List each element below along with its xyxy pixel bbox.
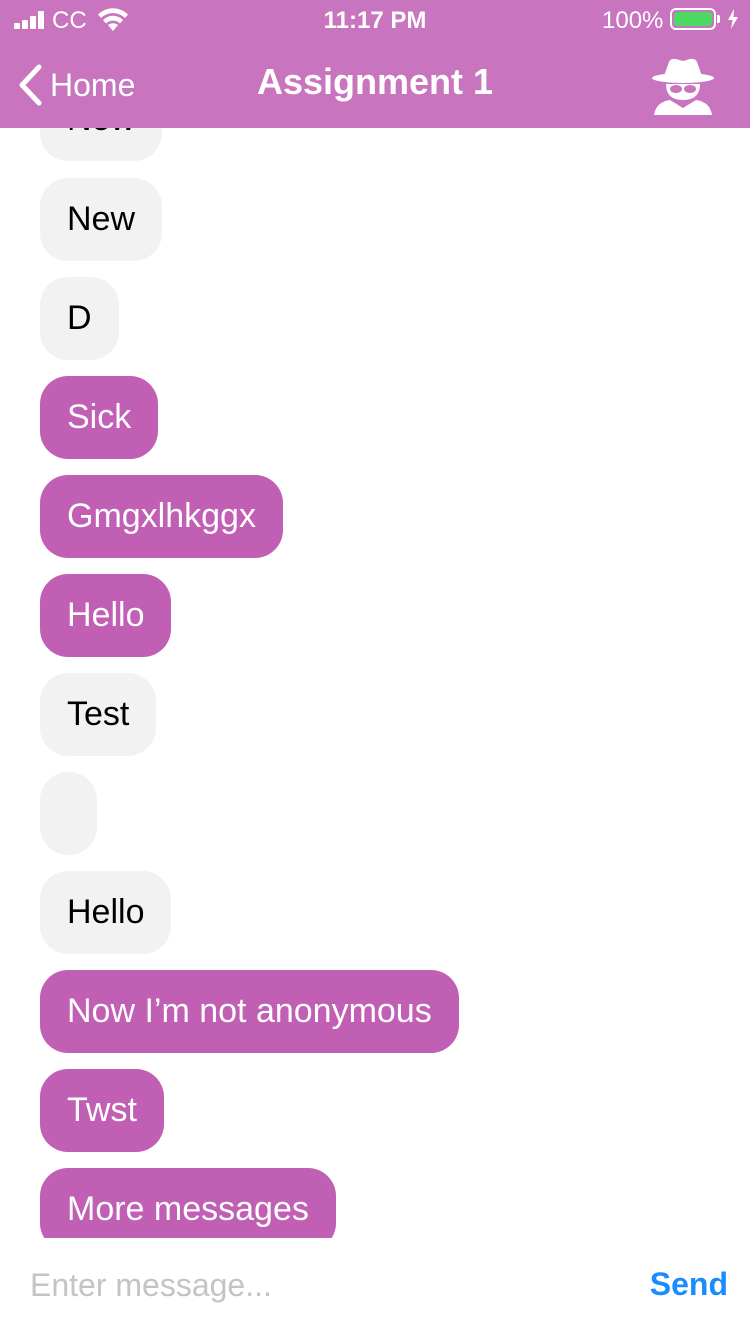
- message-text: Now I’m not anonymous: [67, 992, 432, 1030]
- status-bar: CC 11:17 PM 100%: [0, 0, 750, 40]
- message-text: New: [67, 200, 136, 238]
- message-text: Sick: [67, 398, 132, 436]
- message-bubble: Twst: [40, 1069, 164, 1152]
- message-bubble: More messages: [40, 1168, 336, 1238]
- message-input[interactable]: [30, 1260, 610, 1310]
- message-text: More messages: [67, 1190, 309, 1228]
- message-bubble: Test: [40, 673, 157, 756]
- message-bubble: Sick: [40, 376, 159, 459]
- page-title: Assignment 1: [256, 61, 494, 102]
- message-bubble: New: [40, 178, 163, 261]
- battery-icon: [670, 8, 716, 30]
- send-button[interactable]: Send: [650, 1266, 728, 1303]
- app-header: CC 11:17 PM 100% Home Assignment 1: [0, 0, 750, 128]
- message-bubble: Hello: [40, 574, 172, 657]
- message-text: Hello: [67, 596, 145, 634]
- battery-percentage: 100%: [602, 7, 664, 34]
- message-bubble: Gmgxlhkggx: [40, 475, 283, 558]
- message-bubble-empty: [40, 772, 97, 855]
- message-text: D: [67, 299, 92, 337]
- message-bubble: D: [40, 277, 119, 360]
- incognito-spy-icon[interactable]: [650, 56, 716, 116]
- message-text: Hello: [67, 893, 145, 931]
- message-bubble: Hello: [40, 871, 172, 954]
- message-composer: Send: [0, 1238, 750, 1334]
- message-bubble: Now I’m not anonymous: [40, 970, 459, 1053]
- charging-bolt-icon: [728, 9, 738, 29]
- message-text: Twst: [67, 1091, 137, 1129]
- message-bubble: New: [40, 128, 163, 161]
- battery-tip: [717, 15, 720, 23]
- message-text: Gmgxlhkggx: [67, 497, 256, 535]
- message-list[interactable]: New New D Sick Gmgxlhkggx Hello Test Hel…: [0, 128, 750, 1238]
- message-text: Test: [67, 695, 130, 733]
- message-text: New: [67, 128, 135, 138]
